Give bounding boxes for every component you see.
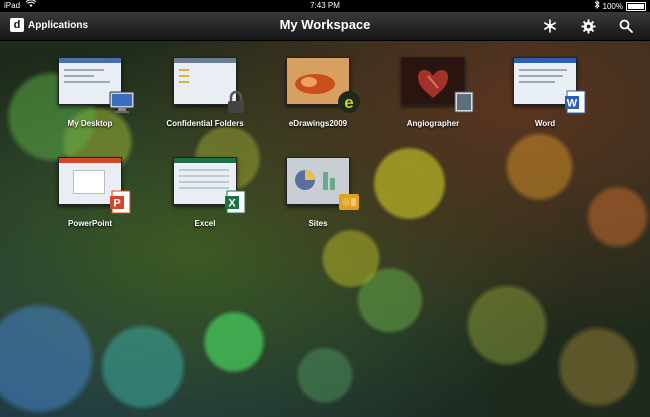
- heart-icon: [452, 90, 476, 114]
- powerpoint-badge-letter: P: [113, 198, 120, 210]
- app-edrawings2009[interactable]: e eDrawings2009: [263, 57, 373, 129]
- app-label: Confidential Folders: [166, 119, 244, 128]
- edrawings-badge-icon: e: [337, 90, 361, 114]
- excel-icon: X: [224, 190, 248, 214]
- app-label: Angiographer: [406, 119, 460, 128]
- powerpoint-thumbnail: P: [58, 157, 131, 214]
- app-grid: My Desktop Confidential Folders e eDrawi…: [0, 0, 650, 417]
- edrawings-badge-letter: e: [344, 93, 353, 112]
- excel-badge-letter: X: [228, 198, 236, 210]
- desktop-thumbnail: [58, 57, 135, 113]
- word-icon: W: [564, 90, 588, 114]
- app-label: Excel: [194, 219, 216, 228]
- app-word[interactable]: W Word: [490, 57, 600, 129]
- word-badge-letter: W: [567, 98, 578, 110]
- folders-thumbnail: [173, 57, 244, 113]
- app-confidential-folders[interactable]: Confidential Folders: [150, 57, 260, 129]
- app-angiographer[interactable]: Angiographer: [378, 57, 488, 129]
- app-label: Sites: [308, 219, 328, 228]
- app-powerpoint[interactable]: P PowerPoint: [35, 157, 145, 229]
- app-label: My Desktop: [67, 119, 113, 128]
- app-excel[interactable]: X Excel: [150, 157, 260, 229]
- app-label: PowerPoint: [67, 219, 112, 228]
- monitor-icon: [109, 90, 135, 114]
- sites-thumbnail: [286, 157, 359, 210]
- app-sites[interactable]: Sites: [263, 157, 373, 229]
- powerpoint-icon: P: [109, 190, 133, 214]
- app-my-desktop[interactable]: My Desktop: [35, 57, 145, 129]
- excel-thumbnail: X: [173, 157, 246, 214]
- app-label: eDrawings2009: [288, 119, 348, 128]
- word-thumbnail: W: [513, 57, 586, 114]
- lock-icon: [224, 90, 248, 114]
- edrawings-thumbnail: e: [286, 57, 360, 113]
- sites-icon: [337, 190, 361, 214]
- app-label: Word: [534, 119, 556, 128]
- angiographer-thumbnail: [401, 57, 474, 113]
